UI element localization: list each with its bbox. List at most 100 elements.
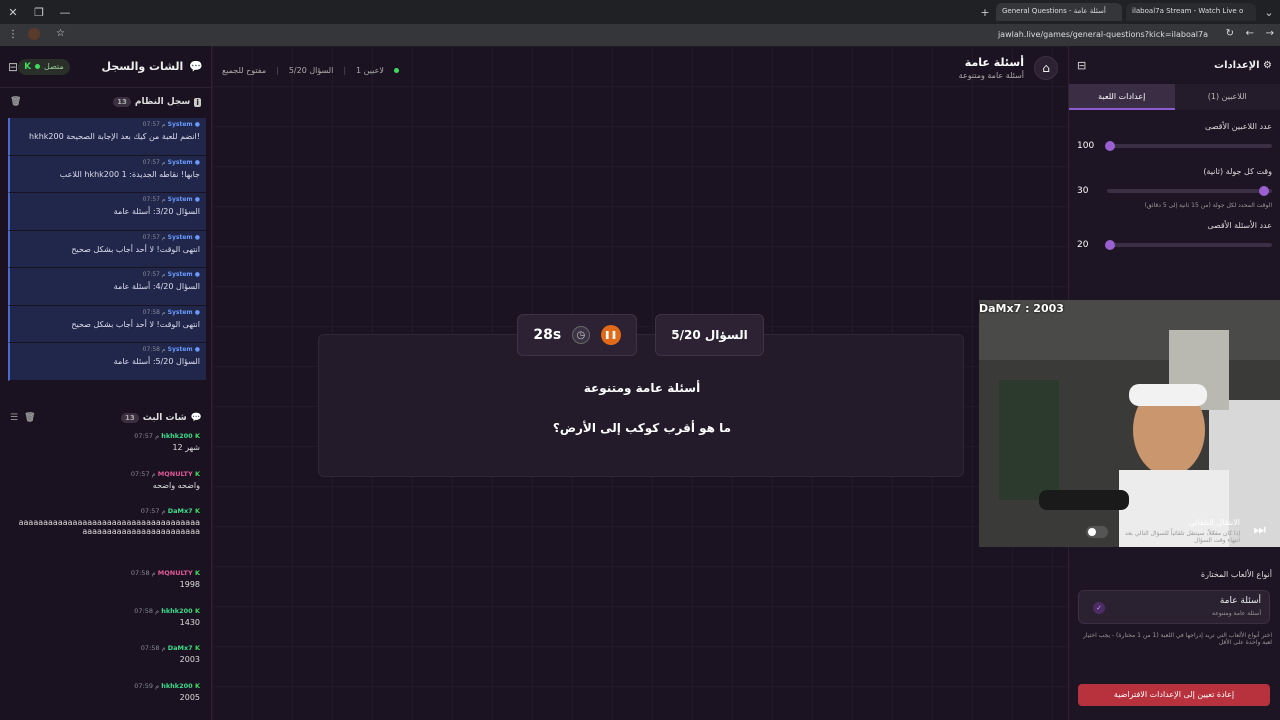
address-bar: ⋮ ☆ jawlah.live/games/general-questions?… <box>0 24 1280 46</box>
chat-text: 1998 <box>179 580 200 589</box>
chat-username[interactable]: hkhk200 <box>161 607 195 615</box>
question-progress-label: السؤال 5/20 <box>288 66 334 75</box>
chat-time: 07:59 م <box>134 681 162 690</box>
system-log-item: 07:57 م System ● اللاعب hkhk200 جابها! نق… <box>8 155 206 193</box>
auto-next-title: الانتقال التلقائي <box>1188 518 1240 527</box>
chat-meta: 07:58 م DaMx7 K <box>14 644 200 652</box>
back-icon[interactable]: ← <box>1246 28 1254 39</box>
menu-icon[interactable]: ⋮ <box>8 29 18 40</box>
pause-button[interactable]: ❚❚ <box>600 325 621 345</box>
system-log-sender: System <box>165 196 195 203</box>
live-dot-icon <box>393 68 399 73</box>
game-header: أسئلة عامة أسئلة عامة ومتنوعة ⌂ <box>959 56 1058 80</box>
system-log-sender: System <box>165 233 195 241</box>
chat-username[interactable]: MQNULTY <box>158 470 195 478</box>
game-type-card[interactable]: ✓ أسئلة عامة أسئلة عامة ومتنوعة <box>1078 590 1270 624</box>
chat-username[interactable]: hkhk200 <box>161 682 195 690</box>
browser-tabbar: ✕ ❐ — + General Questions - أسئلة عامة i… <box>0 0 1280 24</box>
info-icon: i <box>194 97 201 107</box>
minimize-window-icon[interactable]: — <box>52 6 78 19</box>
system-icon: ● <box>194 196 200 203</box>
round-time-slider[interactable] <box>1107 186 1272 196</box>
system-log-time: 07:57 م <box>142 196 166 203</box>
live-chat-header: ☰ 🗑 13 شات البث 💬 <box>0 404 212 432</box>
system-log-text: السؤال 5/20: أسئلة عامة <box>113 357 200 366</box>
system-log-meta: 07:58 م System ● <box>16 346 200 353</box>
tab-general-questions[interactable]: General Questions - أسئلة عامة <box>996 3 1122 21</box>
settings-tabs: إعدادات اللعبة اللاعبين (1) <box>1069 84 1280 110</box>
slider-knob[interactable] <box>1258 186 1269 196</box>
max-questions-label: عدد الأسئلة الأقصى <box>1207 221 1272 230</box>
chat-username[interactable]: MQNULTY <box>158 569 195 577</box>
tab-game-settings[interactable]: إعدادات اللعبة <box>1069 84 1175 110</box>
chat-meta: 07:57 م hkhk200 K <box>14 432 200 440</box>
chat-text: 1430 <box>179 617 200 627</box>
delete-log-icon[interactable]: 🗑 <box>10 97 21 107</box>
new-tab-icon[interactable]: + <box>972 6 998 19</box>
system-log-title: سجل النظام <box>134 97 191 107</box>
max-players-slider[interactable] <box>1105 141 1272 151</box>
settings-title: الإعدادات <box>1214 59 1260 71</box>
bookmark-star-icon[interactable]: ☆ <box>56 28 65 39</box>
filter-icon[interactable]: ☰ <box>10 413 18 423</box>
system-icon: ● <box>194 121 200 128</box>
home-icon: ⌂ <box>1042 61 1050 75</box>
question-number: السؤال 5/20 <box>671 328 748 342</box>
chat-time: 07:58 م <box>140 644 168 652</box>
forward-icon[interactable]: → <box>1266 28 1274 39</box>
system-log-list[interactable]: 07:57 م System ● hkhk200 انضم للعبة من كي… <box>8 118 206 392</box>
tab-stream[interactable]: ilaboal7a Stream - Watch Live o <box>1126 3 1256 21</box>
system-icon: ● <box>194 158 200 166</box>
reload-icon[interactable]: ↻ <box>1226 28 1234 39</box>
system-icon: ● <box>194 346 200 353</box>
slider-knob[interactable] <box>1105 141 1116 151</box>
chat-title: الشات والسجل 💬 <box>102 60 204 73</box>
url-field[interactable]: jawlah.live/games/general-questions?kick… <box>998 30 1208 39</box>
delete-chat-icon[interactable]: 🗑 <box>24 413 35 423</box>
slider-knob[interactable] <box>1105 240 1116 250</box>
avatar[interactable] <box>28 28 40 40</box>
chat-text: 2003 <box>179 655 200 664</box>
game-type-desc: أسئلة عامة ومتنوعة <box>1212 610 1261 617</box>
game-name: أسئلة عامة <box>964 56 1024 69</box>
chat-meta: 07:59 م hkhk200 K <box>14 682 200 690</box>
chat-meta: 07:58 م MQNULTY K <box>14 569 200 577</box>
chat-username[interactable]: DaMx7 <box>168 507 195 515</box>
close-window-icon[interactable]: ✕ <box>0 6 26 19</box>
gear-icon: ⚙ <box>1263 59 1272 71</box>
system-log-meta: 07:57 م System ● <box>16 271 200 278</box>
system-log-count: 13 <box>113 97 131 107</box>
collapse-panel-icon[interactable]: ⊟ <box>8 60 18 74</box>
question-category: أسئلة عامة ومتنوعة <box>583 381 701 395</box>
game-status-bar: مفتوح للجميع | السؤال 5/20 | 1 لاعبين <box>222 66 399 75</box>
chat-text: 2005 <box>179 692 200 702</box>
system-log-item: 07:57 م System ● السؤال 3/20: أسئلة عامة <box>8 193 206 231</box>
reset-defaults-button[interactable]: إعادة تعيين إلى الإعدادات الافتراضية <box>1078 684 1270 706</box>
collapse-settings-icon[interactable]: ⊟ <box>1077 59 1086 72</box>
chat-message: 07:57 م MQNULTY K واضحه واضحه <box>8 468 206 506</box>
chat-time: 07:58 م <box>130 569 158 577</box>
live-chat-title: شات البث <box>142 413 187 423</box>
chat-text: 12 شهر <box>172 443 200 452</box>
live-chat-list[interactable]: 07:57 م hkhk200 K 12 شهر 07:57 م MQNULTY K… <box>8 430 206 720</box>
chat-username[interactable]: DaMx7 <box>168 644 195 652</box>
tab-menu-icon[interactable]: ⌄ <box>1256 6 1280 19</box>
chat-message: 07:58 م DaMx7 K 2003 <box>8 642 206 680</box>
auto-next-setting: الانتقال التلقائي إذا كان مفعّلاً، سينتق… <box>1076 512 1272 556</box>
system-log-sender: System <box>165 121 195 128</box>
kick-icon: K <box>194 681 200 690</box>
max-players-slider-row: 100 <box>1069 141 1280 151</box>
streamer-webcam <box>979 300 1280 547</box>
chat-username[interactable]: hkhk200 <box>161 432 195 440</box>
kick-icon: K <box>194 569 200 577</box>
max-questions-slider[interactable] <box>1105 240 1272 250</box>
chat-time: 07:58 م <box>134 606 162 615</box>
system-log-text: انتهى الوقت! لا أحد أجاب بشكل صحيح <box>71 319 200 329</box>
restore-window-icon[interactable]: ❐ <box>26 6 52 19</box>
timer-box: 28s ◷ ❚❚ <box>517 314 637 356</box>
tab-players[interactable]: اللاعبين (1) <box>1175 84 1280 110</box>
auto-next-toggle[interactable] <box>1086 526 1108 538</box>
kick-icon: K <box>194 469 200 478</box>
home-button[interactable]: ⌂ <box>1034 56 1058 80</box>
system-log-item: 07:58 م System ● السؤال 5/20: أسئلة عامة <box>8 343 206 381</box>
